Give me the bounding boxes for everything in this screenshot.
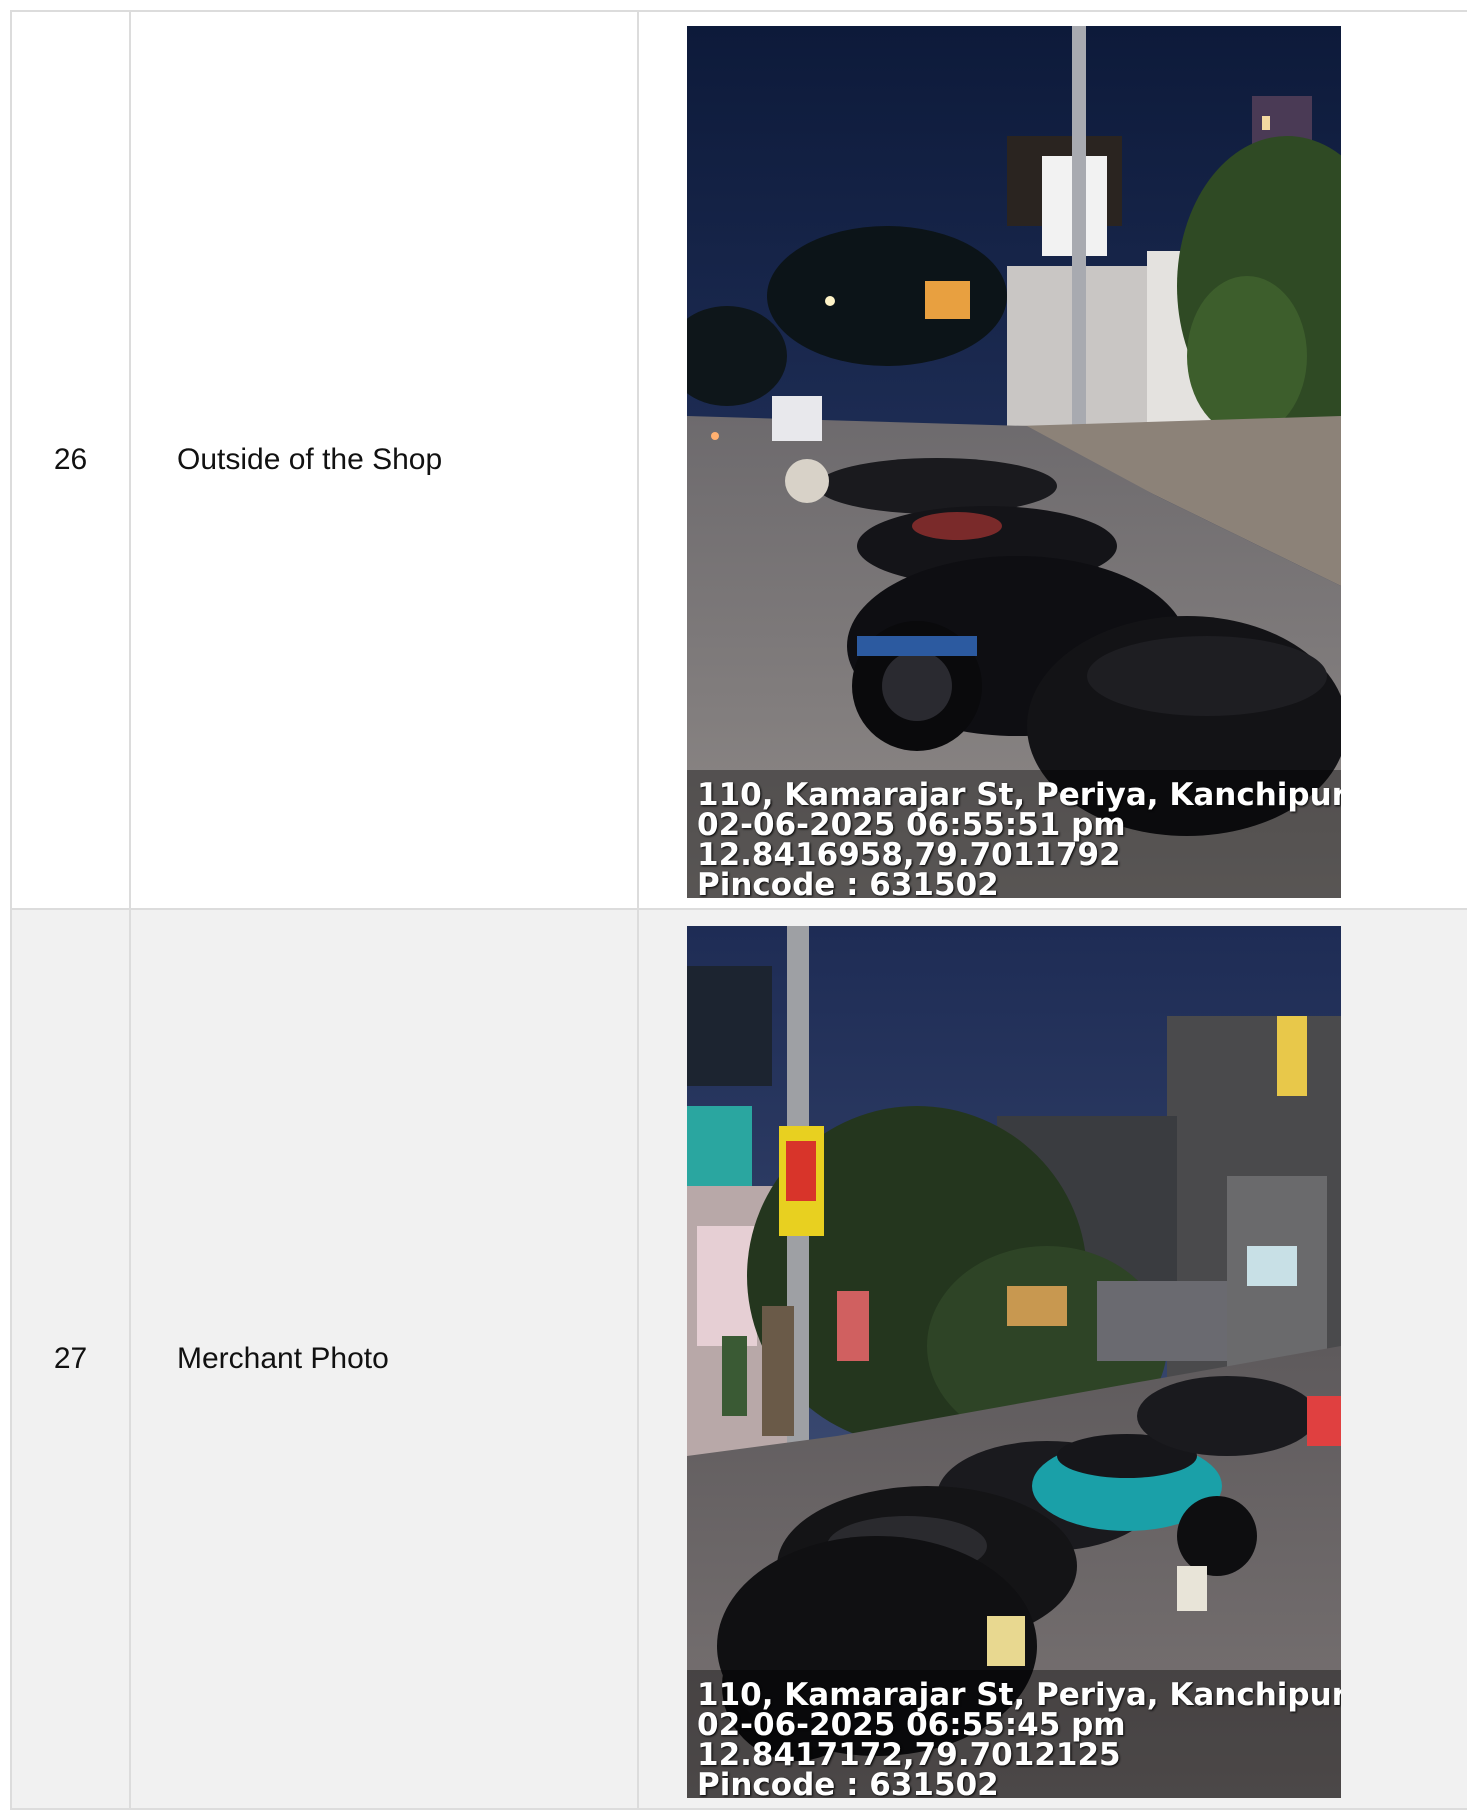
report-sheet: 26 Outside of the Shop 110, Kamarajar St… xyxy=(0,0,1467,1810)
photo-report-table: 26 Outside of the Shop 110, Kamarajar St… xyxy=(10,10,1467,1810)
stamp-coordinates: 12.8416958,79.7011792 xyxy=(697,837,1121,873)
photo-label-cell: Merchant Photo xyxy=(129,908,639,1810)
row-number-cell: 27 xyxy=(10,908,131,1810)
geotagged-photo[interactable]: 110, Kamarajar St, Periya, Kanchipuram, … xyxy=(687,26,1341,898)
stamp-pincode: Pincode : 631502 xyxy=(697,867,999,899)
table-row: 27 Merchant Photo 110, Kamarajar St, Per… xyxy=(10,908,1467,1810)
photo-label-cell: Outside of the Shop xyxy=(129,10,639,910)
stamp-datetime: 02-06-2025 06:55:51 pm xyxy=(697,807,1126,843)
geotagged-photo[interactable]: 110, Kamarajar St, Periya, Kanchipuram, … xyxy=(687,926,1341,1798)
photo-cell: 110, Kamarajar St, Periya, Kanchipuram, … xyxy=(637,908,1467,1810)
roadside-shops-photo-image xyxy=(687,926,1341,1798)
stamp-address: 110, Kamarajar St, Periya, Kanchipuram, … xyxy=(697,777,1341,813)
stamp-pincode: Pincode : 631502 xyxy=(697,1767,999,1799)
street-night-photo-image xyxy=(687,26,1341,898)
stamp-address: 110, Kamarajar St, Periya, Kanchipuram, … xyxy=(697,1677,1341,1713)
stamp-coordinates: 12.8417172,79.7012125 xyxy=(697,1737,1121,1773)
photo-cell: 110, Kamarajar St, Periya, Kanchipuram, … xyxy=(637,10,1467,910)
geotag-stamp: 110, Kamarajar St, Periya, Kanchipuram, … xyxy=(687,1670,1341,1798)
geotag-stamp: 110, Kamarajar St, Periya, Kanchipuram, … xyxy=(687,770,1341,898)
stamp-datetime: 02-06-2025 06:55:45 pm xyxy=(697,1707,1126,1743)
table-row: 26 Outside of the Shop 110, Kamarajar St… xyxy=(10,10,1467,910)
row-number-cell: 26 xyxy=(10,10,131,910)
